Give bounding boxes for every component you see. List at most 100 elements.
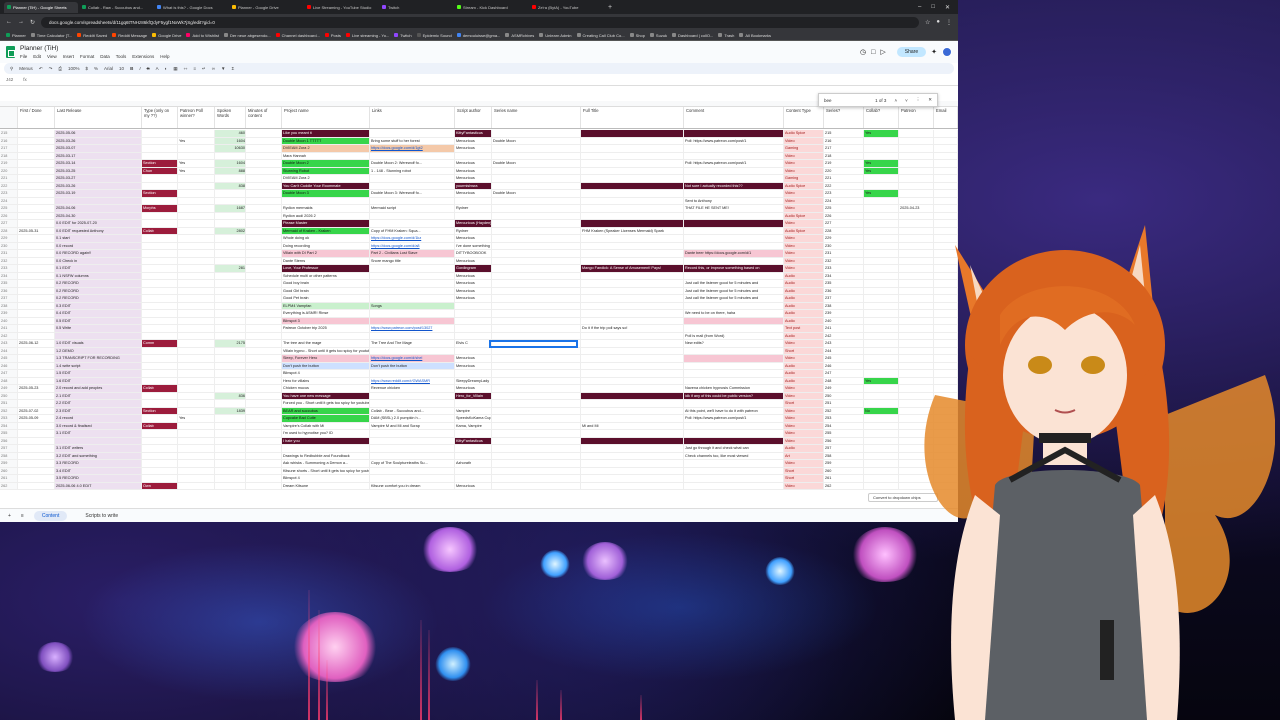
table-cell[interactable]: [246, 265, 282, 272]
table-cell[interactable]: [684, 145, 784, 152]
table-cell[interactable]: [864, 295, 899, 302]
table-cell[interactable]: [684, 190, 784, 197]
table-cell[interactable]: [684, 370, 784, 377]
table-cell[interactable]: [455, 430, 492, 437]
menus-label[interactable]: Menus: [19, 66, 33, 71]
table-cell[interactable]: [142, 347, 178, 354]
table-cell[interactable]: 3.1 EDIT writers: [55, 445, 142, 452]
table-cell[interactable]: 233: [824, 265, 864, 272]
table-cell[interactable]: Yes: [864, 167, 899, 174]
table-cell[interactable]: Audio: [784, 310, 824, 317]
table-cell[interactable]: idk if any of this could be public versi…: [684, 392, 784, 399]
table-cell[interactable]: Mercurious: [455, 160, 492, 167]
table-cell[interactable]: [142, 310, 178, 317]
table-cell[interactable]: [684, 235, 784, 242]
table-cell[interactable]: [246, 250, 282, 257]
table-cell[interactable]: Video: [784, 250, 824, 257]
table-cell[interactable]: [899, 167, 934, 174]
table-cell[interactable]: [864, 467, 899, 474]
row-number[interactable]: 221: [0, 175, 18, 182]
table-cell[interactable]: [581, 272, 684, 279]
table-cell[interactable]: You have one new message: [282, 392, 370, 399]
row-number[interactable]: 237: [0, 295, 18, 302]
table-cell[interactable]: [142, 370, 178, 377]
table-cell[interactable]: 1.5 EDIT: [55, 370, 142, 377]
table-cell[interactable]: [246, 445, 282, 452]
table-cell[interactable]: 246: [824, 362, 864, 369]
table-cell[interactable]: [142, 355, 178, 362]
table-cell[interactable]: [178, 355, 215, 362]
table-cell[interactable]: [18, 355, 55, 362]
column-header[interactable]: Content Type: [784, 107, 824, 128]
row-number[interactable]: 241: [0, 325, 18, 332]
table-cell[interactable]: [492, 430, 581, 437]
table-cell[interactable]: Rydner: [455, 227, 492, 234]
table-cell[interactable]: [178, 212, 215, 219]
table-cell[interactable]: 262: [824, 482, 864, 489]
table-cell[interactable]: [246, 415, 282, 422]
menu-item[interactable]: Data: [100, 54, 110, 59]
table-cell[interactable]: Video: [784, 392, 824, 399]
browser-tab[interactable]: What is this? - Google Docs: [154, 2, 228, 13]
row-number[interactable]: 217: [0, 145, 18, 152]
minimize-icon[interactable]: –: [918, 4, 921, 11]
table-cell[interactable]: [864, 482, 899, 489]
table-cell[interactable]: [581, 317, 684, 324]
table-cell[interactable]: Short: [784, 467, 824, 474]
table-cell[interactable]: https://docs.google.com/d/1gt2: [370, 145, 455, 152]
row-number[interactable]: 218: [0, 152, 18, 159]
table-cell[interactable]: [581, 220, 684, 227]
table-cell[interactable]: [581, 452, 684, 459]
back-icon[interactable]: ←: [6, 19, 12, 25]
table-cell[interactable]: [18, 295, 55, 302]
table-cell[interactable]: [581, 182, 684, 189]
table-cell[interactable]: [581, 347, 684, 354]
table-cell[interactable]: Good boy brain: [282, 280, 370, 287]
table-cell[interactable]: 10630: [215, 145, 246, 152]
table-cell[interactable]: [581, 415, 684, 422]
table-cell[interactable]: Comm: [142, 340, 178, 347]
table-cell[interactable]: Blinspot 4: [282, 370, 370, 377]
table-cell[interactable]: [492, 242, 581, 249]
functions-icon[interactable]: Σ: [231, 66, 234, 71]
table-cell[interactable]: [246, 355, 282, 362]
table-cell[interactable]: Section: [142, 190, 178, 197]
table-cell[interactable]: [864, 145, 899, 152]
table-cell[interactable]: [370, 332, 455, 339]
table-cell[interactable]: [246, 295, 282, 302]
table-cell[interactable]: [492, 182, 581, 189]
table-cell[interactable]: 227: [824, 220, 864, 227]
table-cell[interactable]: 2025-05-09: [18, 415, 55, 422]
table-cell[interactable]: 0.0 EDIT for 2025-07-20: [55, 220, 142, 227]
table-cell[interactable]: 1.0 EDIT visuals: [55, 340, 142, 347]
table-cell[interactable]: [492, 280, 581, 287]
table-cell[interactable]: Poll: https://www.patreon.com/post/1: [684, 137, 784, 144]
table-cell[interactable]: [864, 235, 899, 242]
table-cell[interactable]: [215, 385, 246, 392]
table-cell[interactable]: [581, 242, 684, 249]
table-cell[interactable]: [899, 160, 934, 167]
table-cell[interactable]: [864, 302, 899, 309]
table-cell[interactable]: Video: [784, 137, 824, 144]
sheet-tab-content[interactable]: Content: [33, 510, 68, 521]
table-cell[interactable]: [18, 362, 55, 369]
table-cell[interactable]: 238: [824, 302, 864, 309]
table-cell[interactable]: [492, 265, 581, 272]
table-cell[interactable]: [370, 130, 455, 137]
table-cell[interactable]: 2025-05-06: [55, 130, 142, 137]
table-cell[interactable]: 838: [215, 182, 246, 189]
table-cell[interactable]: [18, 475, 55, 482]
table-cell[interactable]: [581, 340, 684, 347]
table-cell[interactable]: Mercurious: [455, 167, 492, 174]
table-cell[interactable]: [684, 257, 784, 264]
bookmark-item[interactable]: Add to Wishlist: [186, 33, 219, 38]
column-header[interactable]: Email: [934, 107, 958, 128]
table-cell[interactable]: [142, 475, 178, 482]
table-cell[interactable]: [215, 452, 246, 459]
undo-icon[interactable]: ↶: [39, 66, 43, 72]
table-cell[interactable]: [178, 340, 215, 347]
table-cell[interactable]: 226: [824, 212, 864, 219]
table-cell[interactable]: [215, 317, 246, 324]
table-cell[interactable]: 2025-04-23: [899, 205, 934, 212]
italic-icon[interactable]: I: [139, 66, 140, 71]
